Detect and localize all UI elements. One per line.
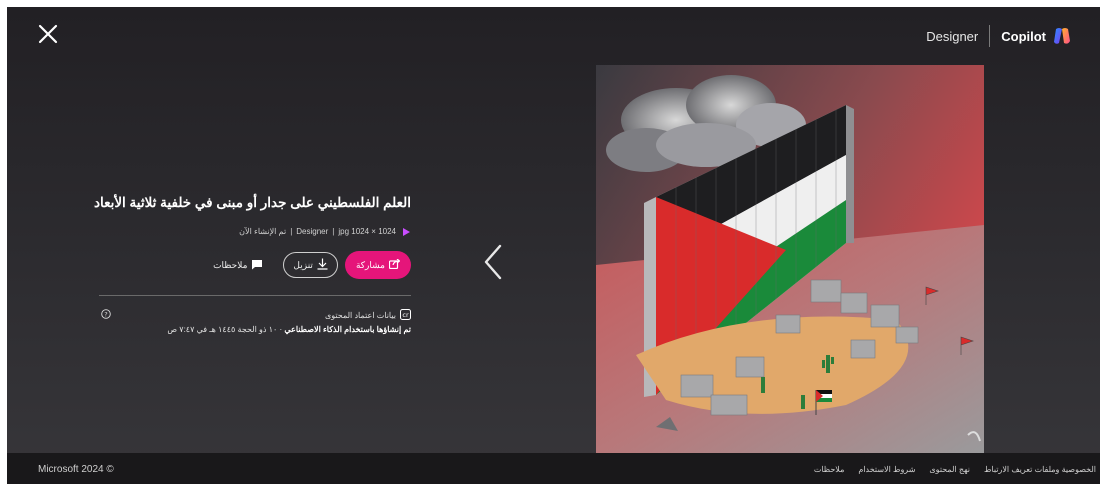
feedback-label: ملاحظات [213, 259, 248, 270]
footer-link-content-policy[interactable]: نهج المحتوى [929, 465, 970, 474]
credentials-label: بيانات اعتماد المحتوى [324, 311, 396, 320]
close-icon[interactable] [35, 21, 61, 47]
content-credentials: cr بيانات اعتماد المحتوى ? تم إنشاؤها با… [99, 309, 411, 334]
credentials-detail: تم إنشاؤها باستخدام الذكاء الاصطناعي · ١… [99, 325, 411, 334]
action-bar: مشاركة تنزيل ملاحظات [99, 251, 411, 279]
section-divider [99, 295, 411, 296]
footer-link-feedback[interactable]: ملاحظات [814, 465, 845, 474]
credentials-date: · ١٠ ذو الحجة ١٤٤٥ هـ في ٧:٤٧ ص [167, 325, 285, 334]
share-button[interactable]: مشاركة [344, 251, 411, 279]
meta-size: 1024 × 1024 jpg [338, 227, 396, 236]
meta-separator: | [290, 227, 293, 236]
image-title: العلم الفلسطيني على جدار أو مبنى في خلفي… [93, 195, 411, 210]
designer-icon [402, 227, 411, 236]
feedback-button[interactable]: ملاحظات [207, 258, 269, 273]
image-meta: 1024 × 1024 jpg | Designer | تم الإنشاء … [99, 227, 411, 236]
download-label: تنزيل [293, 259, 313, 270]
download-icon [317, 258, 328, 272]
meta-app: Designer [296, 227, 329, 236]
image-viewer: Designer Copilot العلم الفلسطيني على جدا… [7, 7, 1100, 484]
meta-separator: | [332, 227, 335, 236]
svg-text:?: ? [104, 311, 107, 319]
footer: Microsoft 2024 © الخصوصية وملفات تعريف ا… [7, 453, 1100, 484]
copilot-label[interactable]: Copilot [1001, 29, 1046, 44]
help-circle-icon[interactable]: ? [101, 309, 111, 319]
footer-link-privacy[interactable]: الخصوصية وملفات تعريف الارتباط [984, 465, 1096, 474]
content-credentials-icon: cr [400, 309, 411, 322]
svg-text:cr: cr [402, 311, 409, 319]
designer-label[interactable]: Designer [926, 29, 978, 44]
generated-image [596, 65, 984, 453]
brand-divider [989, 25, 991, 47]
meta-created: تم الإنشاء الآن [239, 227, 287, 236]
share-icon [388, 258, 401, 271]
credentials-created-by: تم إنشاؤها باستخدام الذكاء الاصطناعي [284, 325, 411, 334]
image-info-panel: العلم الفلسطيني على جدار أو مبنى في خلفي… [93, 195, 411, 279]
download-button[interactable]: تنزيل [283, 252, 338, 278]
brand-header: Designer Copilot [926, 24, 1072, 48]
copyright: Microsoft 2024 © [38, 464, 114, 475]
footer-link-terms[interactable]: شروط الاستخدام [858, 465, 915, 474]
copilot-logo-icon[interactable] [1052, 27, 1072, 45]
chevron-left-icon[interactable] [482, 242, 504, 282]
chat-bubble-icon [251, 259, 263, 272]
share-label: مشاركة [355, 259, 385, 270]
credentials-header: cr بيانات اعتماد المحتوى ? [99, 309, 411, 322]
footer-links: الخصوصية وملفات تعريف الارتباط نهج المحت… [800, 465, 1096, 474]
